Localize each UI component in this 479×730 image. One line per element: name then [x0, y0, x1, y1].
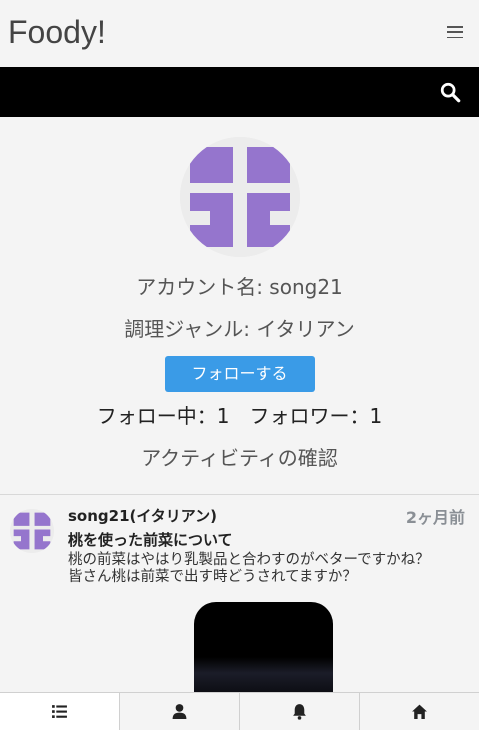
nav-home[interactable]	[360, 693, 479, 730]
cooking-genre: 調理ジャンル: イタリアン	[124, 317, 355, 341]
post-card[interactable]: song21(イタリアン) 2ヶ月前 桃を使った前菜について 桃の前菜はやはり乳…	[0, 495, 479, 702]
post-author-avatar[interactable]	[10, 509, 54, 553]
post-body: 桃の前菜はやはり乳製品と合わすのがベターですかね？ 皆さん桃は前菜で出す時どうさ…	[68, 552, 430, 585]
post-timestamp: 2ヶ月前	[405, 508, 465, 527]
top-navbar: Foody!	[0, 0, 479, 67]
hamburger-icon[interactable]	[447, 26, 463, 38]
list-icon	[52, 705, 67, 718]
profile-section: アカウント名: song21 調理ジャンル: イタリアン フォローする フォロー…	[0, 137, 479, 470]
user-icon	[172, 704, 187, 719]
brand-logo[interactable]: Foody!	[8, 14, 106, 51]
home-icon	[412, 704, 427, 719]
profile-avatar	[179, 137, 300, 257]
bell-icon	[293, 704, 306, 720]
nav-profile[interactable]	[120, 693, 240, 730]
nav-timeline[interactable]	[0, 693, 120, 730]
account-name: アカウント名: song21	[136, 275, 343, 299]
post-author[interactable]: song21(イタリアン)	[68, 505, 217, 526]
following-count[interactable]: フォロー中：1	[97, 404, 230, 428]
bottom-navigation	[0, 692, 479, 730]
search-bar	[0, 67, 479, 117]
search-icon[interactable]	[439, 81, 461, 103]
follow-button[interactable]: フォローする	[164, 356, 315, 392]
post-title[interactable]: 桃を使った前菜について	[68, 529, 233, 550]
nav-notifications[interactable]	[240, 693, 360, 730]
follow-counts: フォロー中：1 フォロワー：1	[0, 404, 479, 428]
post-image[interactable]	[194, 602, 333, 702]
followers-count[interactable]: フォロワー：1	[250, 404, 383, 428]
activity-link[interactable]: アクティビティの確認	[0, 446, 479, 470]
